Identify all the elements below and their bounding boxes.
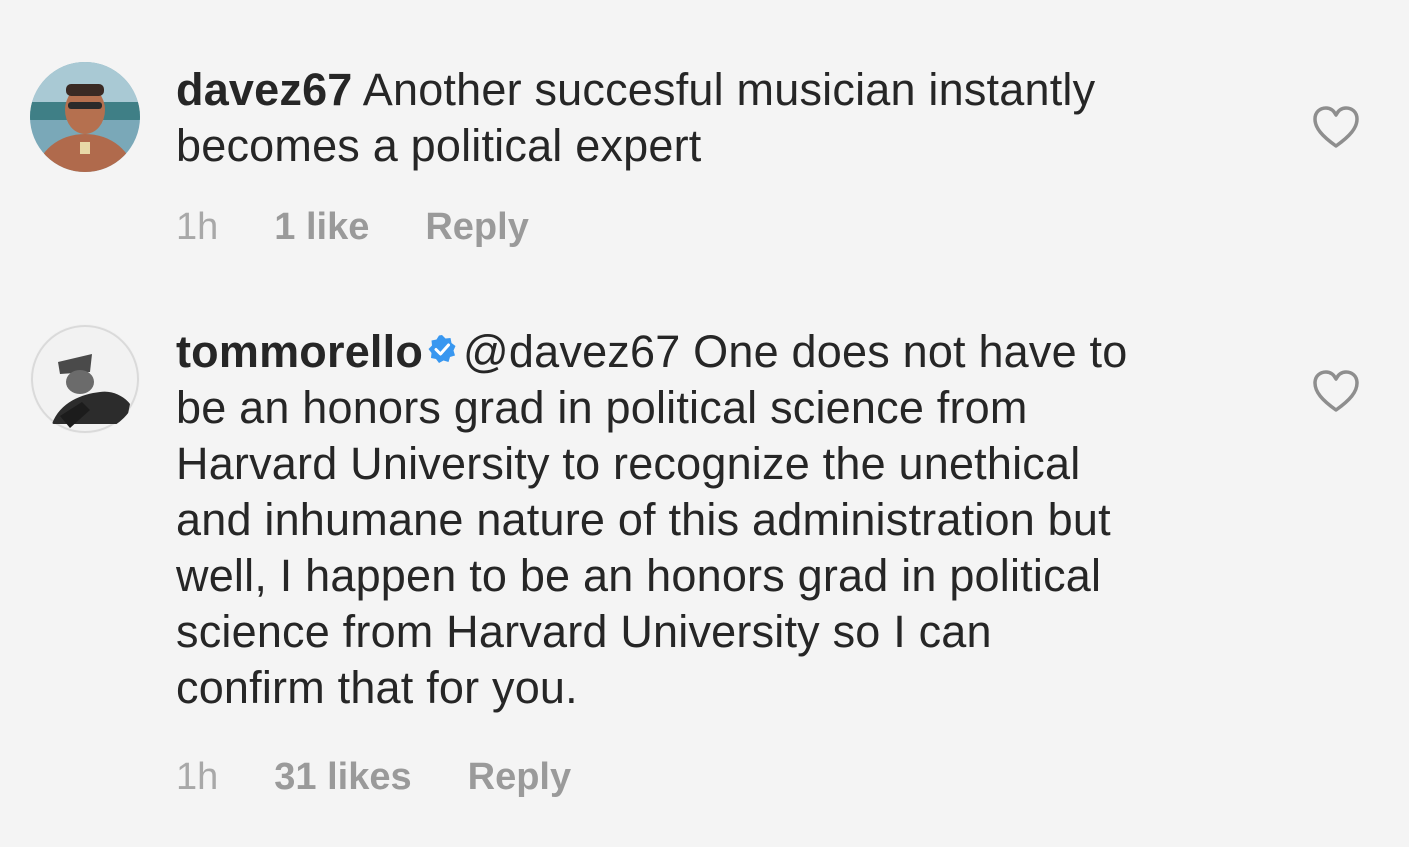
comment-text-line: and inhumane nature of this administrati… (176, 494, 1111, 545)
comment-mention-link[interactable]: @davez67 (463, 326, 680, 377)
verified-badge-icon (428, 335, 456, 363)
avatar-tommorello[interactable] (30, 324, 140, 434)
comment-meta: 1h 31 likes Reply (176, 756, 571, 799)
comment-text-block: tommorello @davez67 One does not have to… (176, 324, 1127, 716)
comment-text-line: well, I happen to be an honors grad in p… (176, 550, 1102, 601)
comment-text-line: becomes a political expert (176, 120, 702, 171)
avatar-davez67[interactable] (30, 62, 140, 172)
comment-username[interactable]: tommorello (176, 326, 423, 377)
comment-text-block: davez67 Another succesful musician insta… (176, 62, 1095, 174)
comment-davez67: davez67 Another succesful musician insta… (0, 0, 1409, 290)
comment-meta: 1h 1 like Reply (176, 206, 529, 249)
avatar-image (30, 62, 140, 172)
heart-outline-icon[interactable] (1312, 370, 1360, 414)
comment-likes[interactable]: 1 like (274, 206, 369, 249)
reply-button[interactable]: Reply (425, 206, 528, 249)
comment-likes[interactable]: 31 likes (274, 756, 411, 799)
comment-text-line: confirm that for you. (176, 662, 578, 713)
comment-time: 1h (176, 756, 219, 798)
comment-text-line: science from Harvard University so I can (176, 606, 992, 657)
comment-text-line: Harvard University to recognize the unet… (176, 438, 1081, 489)
avatar-image (30, 324, 140, 434)
heart-outline-icon[interactable] (1312, 106, 1360, 150)
comment-time: 1h (176, 206, 219, 248)
comment-text-line: One does not have to (693, 326, 1128, 377)
comment-text-line: Another succesful musician instantly (362, 64, 1096, 115)
reply-button[interactable]: Reply (468, 756, 571, 799)
comment-tommorello: tommorello @davez67 One does not have to… (0, 300, 1409, 847)
comment-text-line: be an honors grad in political science f… (176, 382, 1028, 433)
comment-username[interactable]: davez67 (176, 64, 353, 115)
